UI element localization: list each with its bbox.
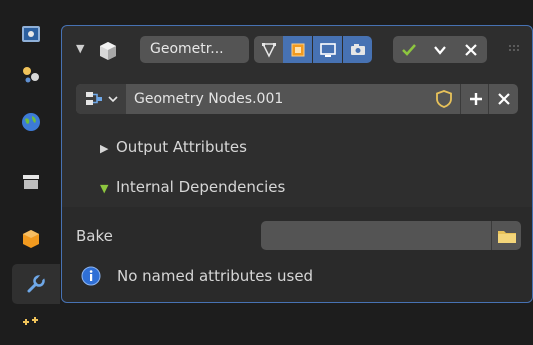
tab-modifiers[interactable] (12, 264, 60, 304)
internal-dependencies-subpanel[interactable]: ▼ Internal Dependencies (100, 178, 285, 196)
tab-particles[interactable] (10, 305, 52, 345)
output-attributes-subpanel[interactable]: ▶ Output Attributes (100, 138, 247, 156)
scene-icon (23, 67, 39, 83)
apply-button[interactable] (393, 36, 424, 63)
node-tree-name[interactable]: Geometry Nodes.001 (134, 84, 283, 114)
world-icon (22, 113, 40, 131)
edit-mode-icon (261, 42, 276, 58)
dropdown-menu-button[interactable] (424, 36, 455, 63)
tab-render-image[interactable] (10, 14, 52, 54)
chevron-down-icon (433, 45, 446, 55)
shield-icon (436, 90, 452, 108)
edit-mode-toggle[interactable] (254, 36, 283, 63)
node-tree-icon (86, 92, 102, 105)
chevron-down-icon (108, 96, 118, 103)
new-node-tree-button[interactable] (460, 84, 491, 114)
info-message: No named attributes used (117, 267, 314, 285)
tab-object[interactable] (10, 219, 52, 259)
close-icon (464, 43, 477, 56)
output-attributes-label: Output Attributes (116, 138, 247, 156)
tab-world[interactable] (10, 102, 52, 142)
geometry-nodes-modifier-panel: ▼ Geometr... Geometry Nodes.001 ▶ Output… (61, 25, 533, 303)
node-tree-selector: Geometry Nodes.001 (76, 84, 518, 114)
checkmark-icon (401, 43, 416, 56)
camera-icon (350, 43, 365, 55)
tab-collection[interactable] (10, 162, 52, 202)
properties-tab-bar (0, 0, 60, 331)
info-icon (81, 266, 101, 286)
monitor-icon (319, 42, 336, 57)
folder-icon (497, 230, 516, 243)
collapse-panel-arrow[interactable]: ▼ (76, 42, 84, 55)
close-icon (498, 93, 510, 105)
bake-label: Bake (76, 227, 113, 245)
modifier-header: ▼ Geometr... (62, 26, 532, 75)
delete-modifier-button[interactable] (455, 36, 486, 63)
drag-handle-icon[interactable] (508, 44, 522, 54)
render-toggle[interactable] (343, 36, 372, 63)
fake-user-toggle[interactable] (429, 84, 459, 114)
modifier-name-field[interactable]: Geometr... (140, 36, 249, 63)
image-icon (22, 26, 40, 42)
expanded-arrow-icon: ▼ (100, 182, 109, 195)
unlink-node-tree-button[interactable] (488, 84, 519, 114)
internal-dependencies-label: Internal Dependencies (116, 178, 286, 196)
wrench-icon (27, 273, 46, 293)
geometry-nodes-modifier-icon (100, 42, 116, 60)
plus-icon (470, 93, 482, 105)
collection-icon (23, 175, 39, 189)
collapsed-arrow-icon: ▶ (100, 142, 109, 155)
viewport-display-toggle[interactable] (313, 36, 342, 63)
object-cube-icon (23, 230, 39, 248)
browse-folder-button[interactable] (491, 221, 521, 250)
modifier-actions (393, 36, 487, 63)
tab-scene[interactable] (10, 55, 52, 95)
on-cage-toggle[interactable] (283, 36, 312, 63)
bake-path-input[interactable] (261, 221, 491, 250)
particles-icon (23, 317, 38, 325)
node-tree-browse-button[interactable] (76, 84, 126, 114)
on-cage-icon (291, 43, 304, 56)
